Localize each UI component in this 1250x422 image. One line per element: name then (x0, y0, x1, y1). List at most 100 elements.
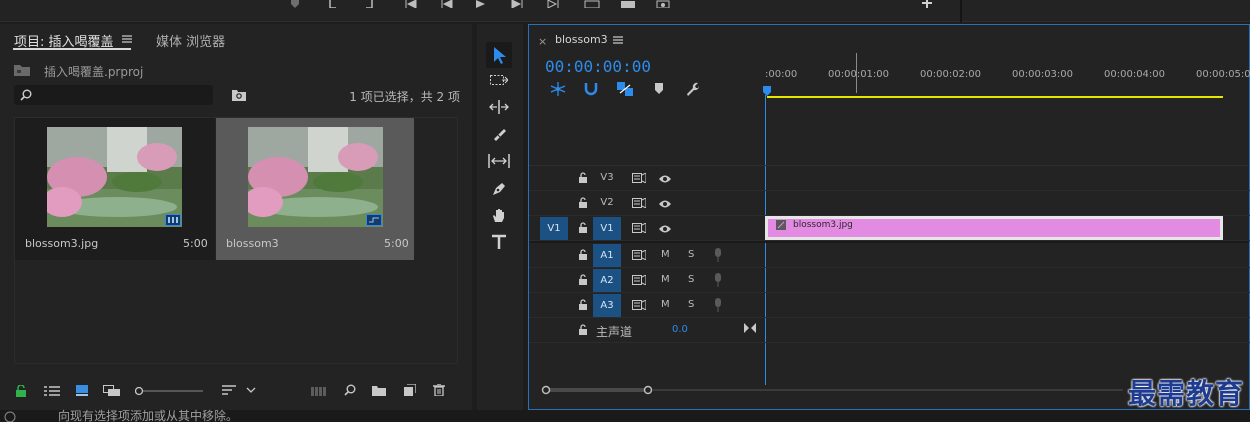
chevron-down-icon[interactable] (246, 386, 256, 394)
toggle-sync-lock-icon[interactable] (632, 300, 646, 310)
item-name: blossom3.jpg (25, 237, 99, 250)
project-item-blossom3-jpg[interactable]: blossom3.jpg 5:00 (15, 118, 215, 260)
sort-icon[interactable] (222, 385, 236, 397)
time-ruler[interactable]: :00:00 00:00:01:00 00:00:02:00 00:00:03:… (765, 53, 1250, 99)
sequence-tab[interactable]: blossom3 (555, 33, 608, 46)
solo-button[interactable]: S (688, 299, 694, 310)
tab-media-browser[interactable]: 媒体 浏览器 (156, 31, 225, 50)
search-field[interactable] (36, 87, 206, 103)
track-v2: V2 (529, 191, 1250, 216)
master-volume[interactable]: 0.0 (672, 324, 688, 335)
slip-tool-icon[interactable] (488, 154, 510, 168)
work-area-bar[interactable] (767, 96, 1223, 98)
trash-icon[interactable] (433, 384, 445, 396)
mute-button[interactable]: M (661, 249, 670, 260)
new-bin-icon[interactable] (372, 385, 386, 396)
lock-track-icon[interactable] (578, 172, 588, 183)
add-marker-icon[interactable] (654, 83, 664, 95)
overwrite-icon[interactable] (620, 0, 638, 10)
new-item-icon[interactable] (404, 384, 416, 396)
go-to-in-out-icon[interactable] (744, 323, 756, 333)
status-info-icon (4, 411, 16, 422)
ruler-tick (856, 53, 857, 93)
ruler-label: 00:00:04:00 (1104, 69, 1166, 80)
new-search-bin-icon[interactable] (232, 89, 246, 101)
track-v3: V3 (529, 166, 1250, 191)
track-v1: V1 V1 blossom3.jpg (529, 216, 1250, 241)
eye-icon[interactable] (658, 224, 672, 234)
go-to-in-icon[interactable] (404, 0, 422, 10)
mark-out-icon[interactable] (364, 0, 382, 10)
panel-menu-icon[interactable] (613, 35, 623, 45)
solo-button[interactable]: S (688, 274, 694, 285)
track-label[interactable]: V2 (593, 197, 621, 208)
toggle-sync-lock-icon[interactable] (632, 223, 646, 233)
source-patch-v1[interactable]: V1 (540, 217, 568, 240)
lock-track-icon[interactable] (578, 274, 588, 285)
nest-toggle-icon[interactable] (550, 82, 566, 96)
insert-icon[interactable] (584, 0, 602, 10)
watermark-logo: 最需教育 (1127, 377, 1244, 410)
scroll-track[interactable] (653, 389, 1123, 391)
timeline-scrollbar[interactable] (541, 385, 653, 395)
track-label[interactable]: V3 (593, 172, 621, 183)
mute-button[interactable]: M (661, 299, 670, 310)
voiceover-mic-icon[interactable] (714, 248, 722, 262)
export-frame-icon[interactable] (656, 0, 674, 10)
step-forward-icon[interactable] (510, 0, 528, 10)
snap-icon[interactable] (584, 82, 598, 96)
lock-track-icon[interactable] (578, 324, 588, 335)
add-button-icon[interactable] (920, 0, 938, 8)
project-item-blossom3-sequence[interactable]: blossom3 5:00 (216, 118, 414, 260)
selection-tool-button[interactable] (486, 42, 512, 68)
track-target-v1[interactable]: V1 (593, 217, 621, 240)
marker-icon[interactable] (290, 0, 308, 10)
lock-icon[interactable] (15, 385, 27, 397)
toggle-sync-lock-icon[interactable] (632, 250, 646, 260)
master-label: 主声道 (596, 325, 633, 339)
track-select-tool-icon[interactable] (490, 73, 508, 87)
track-target-a1[interactable]: A1 (593, 244, 621, 267)
play-icon[interactable] (474, 0, 492, 10)
pen-tool-icon[interactable] (491, 181, 507, 197)
type-tool-icon[interactable] (491, 234, 507, 250)
icon-view-icon[interactable] (76, 385, 88, 396)
wrench-icon[interactable] (684, 81, 700, 97)
lock-track-icon[interactable] (578, 249, 588, 260)
eye-icon[interactable] (658, 199, 672, 209)
search-input[interactable] (14, 85, 213, 105)
step-back-icon[interactable] (440, 0, 458, 10)
timeline-panel: × blossom3 00:00:00:00 :00:00 00:00:01:0… (528, 24, 1250, 410)
mark-in-icon[interactable] (328, 0, 346, 10)
voiceover-mic-icon[interactable] (714, 273, 722, 287)
lock-track-icon[interactable] (578, 299, 588, 310)
linked-selection-icon[interactable] (617, 82, 633, 96)
clip-container[interactable]: blossom3.jpg (765, 216, 1223, 240)
solo-button[interactable]: S (688, 249, 694, 260)
mute-button[interactable]: M (661, 274, 670, 285)
razor-tool-icon[interactable] (491, 126, 507, 142)
lock-track-icon[interactable] (578, 222, 588, 233)
voiceover-mic-icon[interactable] (714, 298, 722, 312)
track-target-a3[interactable]: A3 (593, 294, 621, 317)
toggle-sync-lock-icon[interactable] (632, 275, 646, 285)
track-target-a2[interactable]: A2 (593, 269, 621, 292)
close-tab-icon[interactable]: × (538, 35, 547, 48)
freeform-view-icon[interactable] (103, 385, 121, 397)
transport-bar (0, 0, 1250, 22)
lock-track-icon[interactable] (578, 197, 588, 208)
clip-blossom3[interactable]: blossom3.jpg (768, 219, 1220, 237)
timecode-display[interactable]: 00:00:00:00 (545, 57, 651, 76)
hand-tool-icon[interactable] (491, 207, 507, 223)
toggle-sync-lock-icon[interactable] (632, 173, 646, 183)
ripple-edit-tool-icon[interactable] (489, 100, 509, 114)
automate-to-sequence-icon[interactable] (311, 385, 327, 397)
toggle-sync-lock-icon[interactable] (632, 198, 646, 208)
find-icon[interactable] (344, 384, 356, 396)
go-to-out-icon[interactable] (546, 0, 564, 10)
fx-badge-icon (776, 220, 786, 230)
zoom-slider[interactable] (135, 386, 203, 396)
panel-menu-icon[interactable] (122, 34, 132, 44)
eye-icon[interactable] (658, 174, 672, 184)
list-view-icon[interactable] (44, 386, 60, 396)
